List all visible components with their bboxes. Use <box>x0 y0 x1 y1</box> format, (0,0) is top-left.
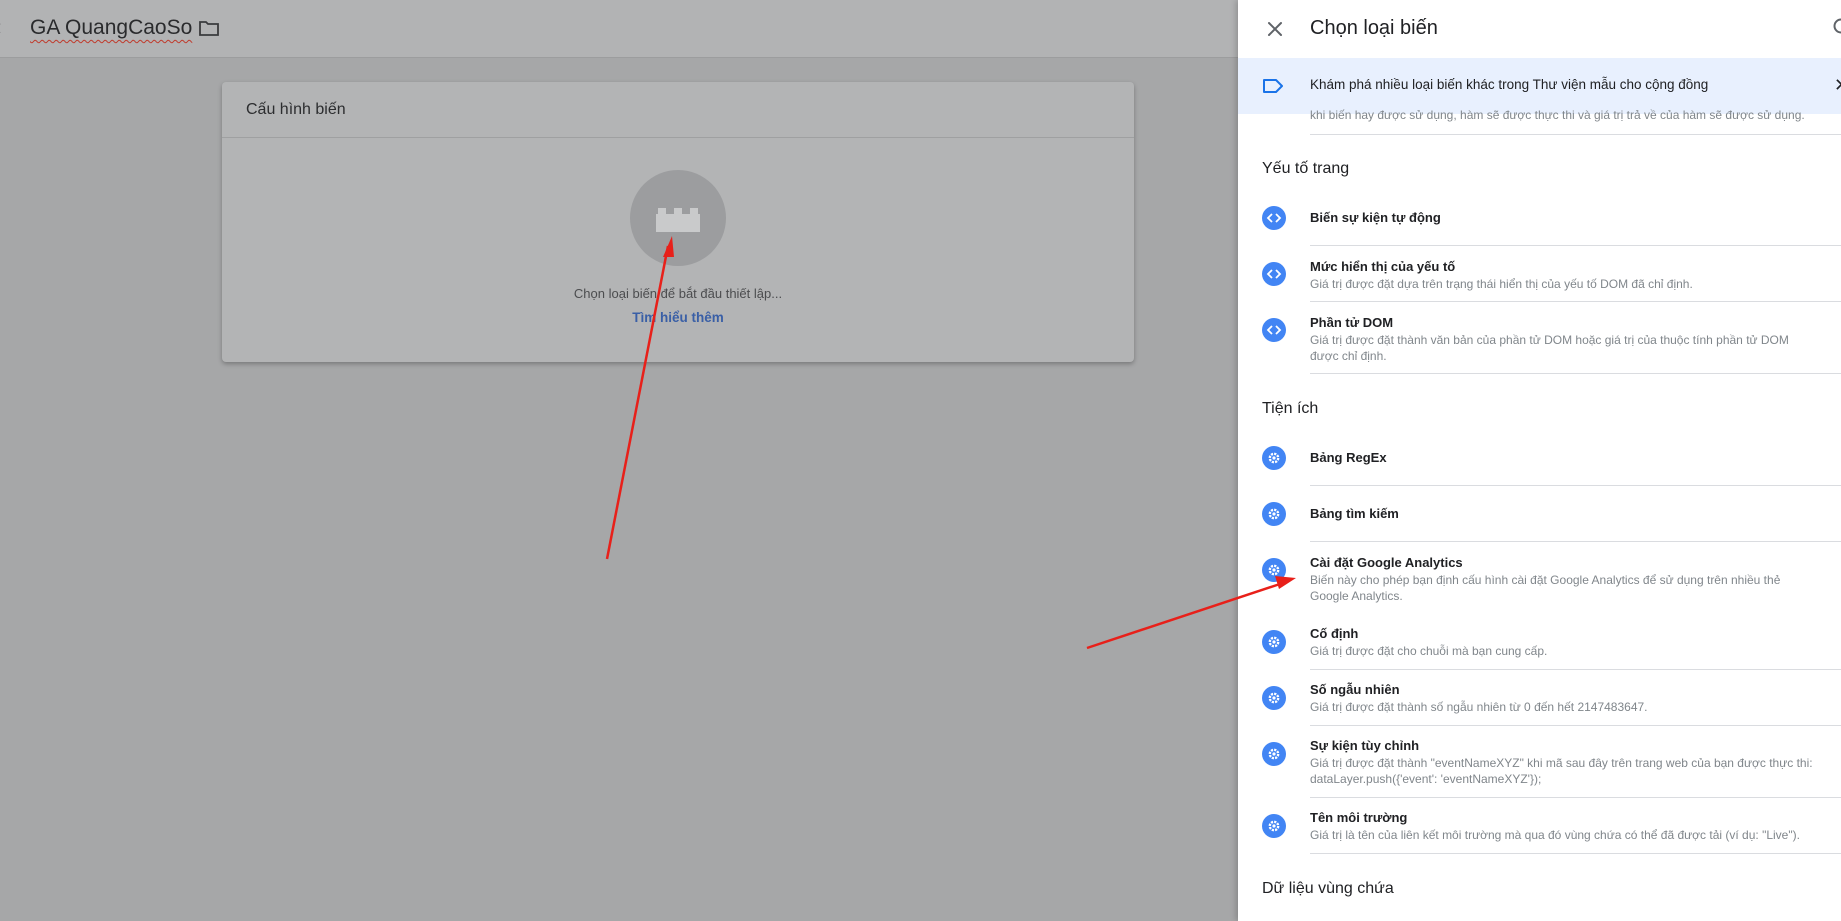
variable-type-random-number[interactable]: Số ngẫu nhiên Giá trị được đặt thành số … <box>1238 670 1841 726</box>
variable-config-card: Cấu hình biến Chọn loại biến để bắt đầu … <box>222 82 1134 362</box>
variable-type-description: Giá trị được đặt thành văn bản của phần … <box>1310 333 1789 363</box>
variable-type-custom-event[interactable]: Sự kiện tùy chỉnh Giá trị được đặt thành… <box>1238 726 1841 798</box>
variable-type-name: Mức hiển thị của yếu tố <box>1310 259 1456 274</box>
panel-header: Chọn loại biến <box>1238 0 1841 58</box>
back-arrow-icon[interactable]: ‹ <box>0 14 1 40</box>
gear-icon <box>1262 814 1286 838</box>
variable-type-name: Biến sự kiện tự động <box>1310 210 1441 225</box>
community-gallery-banner[interactable]: Khám phá nhiều loại biến khác trong Thư … <box>1238 58 1841 114</box>
variable-type-name: Cài đặt Google Analytics <box>1310 555 1463 570</box>
variable-type-constant[interactable]: Cố định Giá trị được đặt cho chuỗi mà bạ… <box>1238 614 1841 670</box>
gear-icon <box>1262 446 1286 470</box>
variable-type-environment-name[interactable]: Tên môi trường Giá trị là tên của liên k… <box>1238 798 1841 854</box>
section-title-page-elements: Yếu tố trang <box>1262 160 1350 177</box>
variable-type-description: Giá trị được đặt cho chuỗi mà bạn cung c… <box>1310 644 1548 658</box>
variable-type-name: Bảng RegEx <box>1310 450 1387 465</box>
choose-variable-type-panel: Chọn loại biến Khám phá nhiều loại biến … <box>1238 0 1841 921</box>
panel-title: Chọn loại biến <box>1310 17 1438 39</box>
variable-type-lookup-table[interactable]: Bảng tìm kiếm <box>1238 486 1841 542</box>
variable-type-description: Giá trị được đặt dựa trên trạng thái hiể… <box>1310 277 1693 291</box>
variable-type-name: Số ngẫu nhiên <box>1310 682 1400 697</box>
gear-icon <box>1262 558 1286 582</box>
label-tag-icon <box>1263 79 1283 93</box>
config-card-header: Cấu hình biến <box>222 82 1134 138</box>
learn-more-link[interactable]: Tìm hiểu thêm <box>222 310 1134 325</box>
divider <box>1310 373 1841 374</box>
variable-type-name: Cố định <box>1310 626 1359 641</box>
gear-icon <box>1262 630 1286 654</box>
code-icon <box>1262 262 1286 286</box>
banner-close-icon[interactable]: ✕ <box>1834 75 1841 96</box>
lego-brick-icon <box>656 208 700 232</box>
variable-type-description: Giá trị là tên của liên kết môi trường m… <box>1310 828 1800 842</box>
workspace-topbar: ‹ GA QuangCaoSo <box>0 0 1238 58</box>
variable-type-description: Biến này cho phép bạn định cấu hình cài … <box>1310 573 1781 603</box>
variable-type-google-analytics-settings[interactable]: Cài đặt Google Analytics Biến này cho ph… <box>1238 542 1841 614</box>
variable-type-dom-element[interactable]: Phần tử DOM Giá trị được đặt thành văn b… <box>1238 302 1841 374</box>
variable-type-description: Giá trị được đặt thành số ngẫu nhiên từ … <box>1310 700 1648 714</box>
gear-icon <box>1262 686 1286 710</box>
folder-icon[interactable] <box>198 18 220 38</box>
variable-type-name: Phần tử DOM <box>1310 315 1394 330</box>
variable-type-name: Tên môi trường <box>1310 810 1408 825</box>
search-icon[interactable] <box>1832 17 1841 39</box>
divider <box>1310 853 1841 854</box>
variable-type-auto-event-variable[interactable]: Biến sự kiện tự động <box>1238 200 1841 246</box>
banner-text: Khám phá nhiều loại biến khác trong Thư … <box>1310 77 1709 92</box>
variable-type-description: Giá trị được đặt thành "eventNameXYZ" kh… <box>1310 756 1813 786</box>
placeholder-text: Chọn loại biến để bắt đầu thiết lập... <box>573 286 783 301</box>
variable-type-regex-table[interactable]: Bảng RegEx <box>1238 440 1841 486</box>
choose-variable-type-button[interactable] <box>630 170 726 266</box>
variable-type-element-visibility[interactable]: Mức hiển thị của yếu tố Giá trị được đặt… <box>1238 246 1841 302</box>
code-icon <box>1262 206 1286 230</box>
divider <box>1310 134 1841 135</box>
gear-icon <box>1262 502 1286 526</box>
section-title-container-data: Dữ liệu vùng chứa <box>1262 880 1394 897</box>
variable-type-name: Sự kiện tùy chỉnh <box>1310 738 1420 753</box>
gear-icon <box>1262 742 1286 766</box>
cut-off-description: khi biến hay được sử dụng, hàm sẽ được t… <box>1310 108 1805 122</box>
variable-type-name: Bảng tìm kiếm <box>1310 506 1399 521</box>
section-title-utilities: Tiện ích <box>1262 400 1319 417</box>
workspace-title: GA QuangCaoSo <box>30 16 193 39</box>
close-icon[interactable] <box>1262 16 1288 42</box>
code-icon <box>1262 318 1286 342</box>
